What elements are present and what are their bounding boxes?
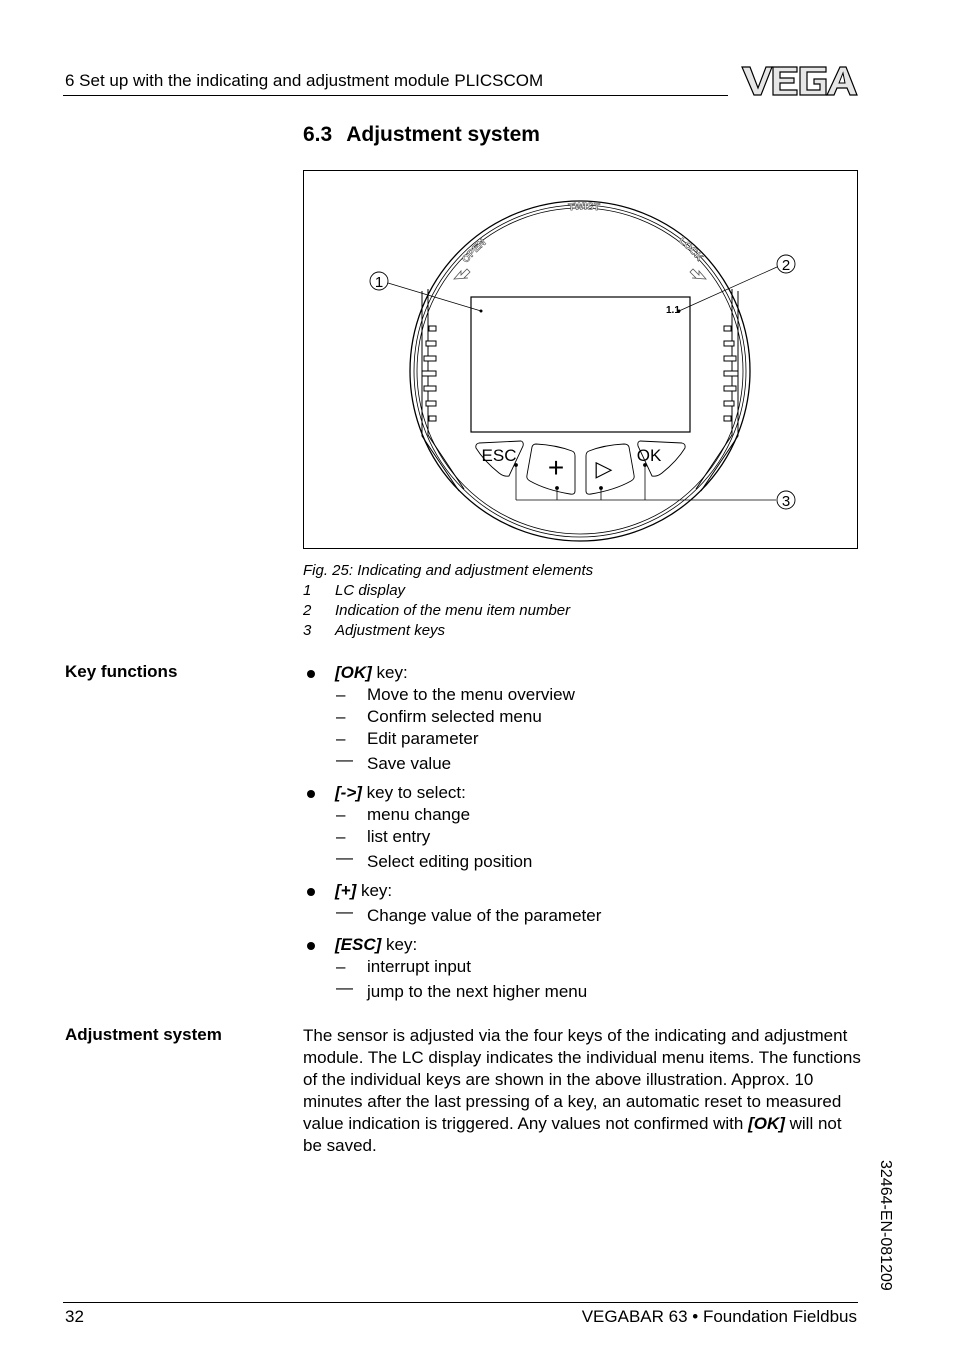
callout-2: 2	[678, 254, 796, 312]
adjustment-system-paragraph: The sensor is adjusted via the four keys…	[303, 1026, 861, 1155]
section-title: 6.3 Adjustment system	[303, 123, 540, 147]
list-item: — Select editing position	[336, 848, 533, 871]
section-title-text: Adjustment system	[346, 123, 540, 146]
key-ok-label: OK	[637, 446, 662, 465]
caption-title: Fig. 25: Indicating and adjustment eleme…	[303, 562, 594, 579]
open-arrow-icon	[453, 268, 471, 280]
list-item: – Move to the menu overview	[336, 685, 575, 704]
bullet-icon	[307, 790, 315, 798]
document-number: 32464-EN-081209	[877, 1160, 894, 1291]
key-arrow-functions: [->] key to select: – menu change – list e…	[303, 782, 601, 874]
vega-logo	[740, 64, 858, 98]
twist-label: TWIST	[568, 201, 600, 213]
key-plus[interactable]: +	[526, 443, 576, 495]
module-illustration: TWIST OPEN LOCK 1.1 ESC + ▷ OK 1 2 3	[369, 200, 796, 542]
figure-caption: Fig. 25: Indicating and adjustment eleme…	[303, 561, 593, 641]
footer-product: VEGABAR 63 • Foundation Fieldbus	[581, 1307, 857, 1326]
key-functions-list: [OK] key: – Move to the menu overview – Co…	[303, 662, 601, 1010]
svg-text:3: 3	[782, 493, 790, 510]
key-ok[interactable]: OK	[637, 440, 686, 477]
callout-3: 3	[776, 490, 796, 510]
footer-divider	[63, 1302, 858, 1303]
key-plus-functions: [+] key: — Change value of the parameter	[303, 880, 601, 928]
header-divider	[63, 95, 728, 96]
legend-item: 1 LC display	[303, 582, 406, 599]
key-ok-functions: [OK] key: – Move to the menu overview – Co…	[303, 662, 601, 776]
legend-item: 2 Indication of the menu item number	[303, 602, 571, 619]
list-item: – Confirm selected menu	[336, 707, 542, 726]
list-item: – menu change	[336, 805, 471, 824]
right-clips	[723, 325, 739, 422]
key-arrow[interactable]: ▷	[585, 443, 635, 495]
bullet-icon	[307, 670, 315, 678]
list-item: — jump to the next higher menu	[336, 978, 588, 1001]
key-esc-label: ESC	[482, 446, 517, 465]
legend-item: 3 Adjustment keys	[303, 622, 446, 639]
bullet-icon	[307, 942, 315, 950]
left-clips	[421, 325, 437, 422]
lc-display	[470, 296, 691, 433]
svg-text:1: 1	[375, 274, 383, 291]
adjustment-system-label: Adjustment system	[65, 1025, 222, 1044]
chapter-header: 6 Set up with the indicating and adjustm…	[65, 71, 544, 90]
list-item: — Save value	[336, 750, 452, 773]
key-arrow-label: ▷	[596, 456, 613, 481]
svg-text:2: 2	[782, 257, 790, 274]
key-functions-label: Key functions	[65, 662, 178, 681]
list-item: — Change value of the parameter	[336, 902, 602, 925]
section-number: 6.3	[303, 123, 333, 146]
key-esc-functions: [ESC] key: – interrupt input — jump to the…	[303, 934, 601, 1004]
lock-arrow-icon	[689, 268, 707, 280]
page-number: 32	[65, 1307, 84, 1326]
figure-adjustment-module: TWIST OPEN LOCK 1.1 ESC + ▷ OK 1 2 3	[303, 170, 858, 549]
lock-label: LOCK	[677, 235, 706, 264]
key-plus-label: +	[548, 452, 564, 483]
bullet-icon	[307, 888, 315, 896]
